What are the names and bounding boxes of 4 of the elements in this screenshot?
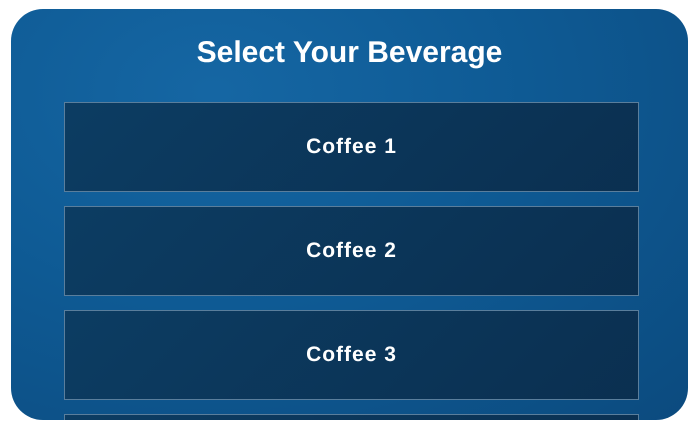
beverage-button[interactable]: Coffee 1 [64, 102, 639, 192]
beverage-button[interactable]: Coffee 3 [64, 310, 639, 400]
beverage-button[interactable]: Coffee 2 [64, 206, 639, 296]
screen-title: Select Your Beverage [196, 35, 504, 71]
